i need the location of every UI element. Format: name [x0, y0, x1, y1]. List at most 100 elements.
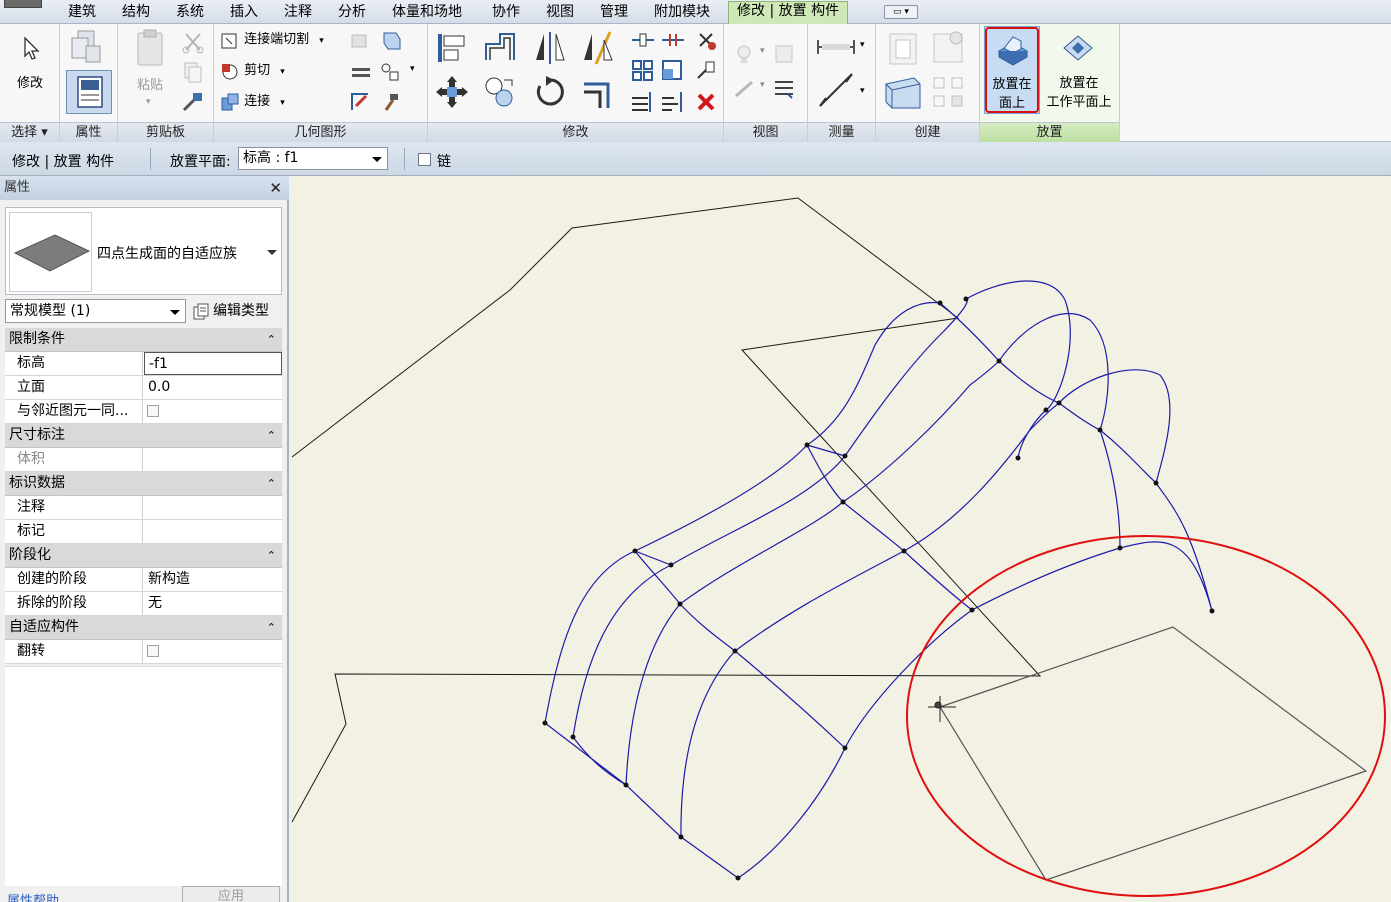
tab-modify-place-component[interactable]: 修改 | 放置 构件	[728, 1, 849, 24]
apply-button[interactable]: 应用	[182, 886, 280, 902]
tab-massing-site[interactable]: 体量和场地	[390, 3, 464, 23]
group-dimensions[interactable]: 尺寸标注 ⌃	[5, 424, 282, 448]
phase-demolished-field[interactable]: 无	[144, 592, 282, 615]
tab-view[interactable]: 视图	[544, 3, 576, 23]
phase-created-field[interactable]: 新构造	[144, 568, 282, 591]
override-graphics-icon[interactable]	[772, 42, 798, 66]
copy-element-icon[interactable]	[482, 74, 518, 110]
adaptive-point[interactable]	[632, 548, 638, 554]
adaptive-point[interactable]	[732, 648, 738, 654]
edit-type-button[interactable]: 编辑类型	[192, 300, 269, 322]
adaptive-point[interactable]	[963, 296, 969, 302]
quick-access-dropdown[interactable]: ▭ ▾	[884, 5, 918, 19]
adaptive-point[interactable]	[1209, 608, 1215, 614]
elevation-field[interactable]: 0.0	[144, 376, 282, 399]
join-geometry-button[interactable]: 连接 ▾	[220, 91, 285, 113]
hide-dropdown-arrow[interactable]: ▾	[760, 46, 765, 56]
beam-join-icon[interactable]	[378, 60, 404, 84]
create-parts-icon[interactable]	[884, 30, 922, 68]
cut-geometry-button[interactable]: 剪切 ▾	[220, 60, 285, 82]
adaptive-point[interactable]	[842, 745, 848, 751]
wall-joins-icon[interactable]	[348, 29, 374, 53]
adaptive-point[interactable]	[735, 875, 741, 881]
cut-scissors-icon[interactable]	[180, 30, 206, 54]
group-adaptive-component[interactable]: 自适应构件 ⌃	[5, 616, 282, 640]
copy-icon[interactable]	[180, 60, 206, 84]
rotate-icon[interactable]	[532, 74, 568, 110]
paint-icon[interactable]	[348, 90, 374, 114]
properties-help-link[interactable]: 属性帮助	[7, 890, 59, 902]
adaptive-point[interactable]	[1056, 400, 1062, 406]
move-with-nearby-checkbox[interactable]	[147, 405, 159, 417]
split-with-gap-icon[interactable]	[660, 28, 686, 52]
tab-collaborate[interactable]: 协作	[490, 3, 522, 23]
adaptive-point[interactable]	[542, 720, 548, 726]
tab-addins[interactable]: 附加模块	[652, 3, 712, 23]
mirror-draw-axis-icon[interactable]	[580, 30, 616, 66]
linework-dropdown-arrow[interactable]: ▾	[760, 80, 765, 90]
group-identity-data[interactable]: 标识数据 ⌃	[5, 472, 282, 496]
trim-multiple-icon[interactable]	[630, 90, 656, 114]
join-cut-button[interactable]: 连接端切割 ▾	[220, 29, 324, 51]
adaptive-point[interactable]	[937, 300, 943, 306]
match-properties-icon[interactable]	[180, 90, 206, 114]
adaptive-point[interactable]	[969, 607, 975, 613]
drawing-canvas[interactable]	[291, 176, 1391, 902]
align-icon[interactable]	[434, 30, 470, 66]
tab-architecture[interactable]: 建筑	[66, 3, 98, 23]
scale-icon[interactable]	[660, 58, 686, 82]
adaptive-point[interactable]	[570, 734, 576, 740]
tab-annotate[interactable]: 注释	[282, 3, 314, 23]
level-field[interactable]: -f1	[144, 352, 282, 375]
adaptive-point[interactable]	[668, 562, 674, 568]
adaptive-point[interactable]	[623, 782, 629, 788]
adaptive-point[interactable]	[1043, 407, 1049, 413]
split-element-icon[interactable]	[630, 28, 656, 52]
type-properties-icon[interactable]	[68, 28, 108, 68]
beam-join-dropdown-arrow[interactable]: ▾	[410, 64, 415, 74]
tab-manage[interactable]: 管理	[598, 3, 630, 23]
measure-dropdown-arrow[interactable]: ▾	[860, 40, 865, 50]
group-phasing[interactable]: 阶段化 ⌃	[5, 544, 282, 568]
adaptive-point[interactable]	[1117, 545, 1123, 551]
model-view[interactable]	[291, 176, 1391, 902]
instance-filter-select[interactable]: 常规模型 (1)	[5, 299, 186, 323]
linework-icon[interactable]	[732, 76, 758, 100]
filter-lines-icon[interactable]	[772, 76, 798, 100]
demolish-hammer-icon[interactable]	[378, 90, 404, 114]
create-group-icon[interactable]	[882, 74, 924, 112]
adaptive-point[interactable]	[1153, 480, 1159, 486]
wall-opening-icon[interactable]	[348, 60, 374, 84]
placement-plane-select[interactable]: 标高 : f1	[238, 147, 388, 170]
adaptive-point[interactable]	[804, 442, 810, 448]
group-constraints[interactable]: 限制条件 ⌃	[5, 328, 282, 352]
create-similar-icon[interactable]	[930, 74, 968, 112]
application-menu-button[interactable]	[4, 0, 42, 8]
close-icon[interactable]: ✕	[269, 176, 282, 200]
adaptive-point[interactable]	[678, 834, 684, 840]
measure-icon[interactable]	[816, 34, 856, 60]
adaptive-point[interactable]	[1097, 427, 1103, 433]
move-icon[interactable]	[434, 74, 470, 110]
mark-field[interactable]	[144, 520, 282, 543]
adaptive-point[interactable]	[842, 453, 848, 459]
modify-button[interactable]: 修改	[4, 32, 56, 94]
unpin-icon[interactable]	[694, 28, 720, 52]
extend-multiple-icon[interactable]	[660, 90, 686, 114]
create-assembly-icon[interactable]	[930, 30, 968, 68]
type-selector[interactable]: 四点生成面的自适应族	[5, 207, 282, 295]
adaptive-point[interactable]	[677, 601, 683, 607]
adaptive-point[interactable]	[901, 548, 907, 554]
properties-palette-button[interactable]	[66, 70, 112, 114]
delete-icon[interactable]	[694, 90, 720, 114]
trim-extend-icon[interactable]	[580, 74, 616, 110]
place-on-face-button[interactable]: 放置在 面上	[984, 26, 1040, 114]
pin-icon[interactable]	[694, 58, 720, 82]
adaptive-point[interactable]	[996, 358, 1002, 364]
adaptive-point[interactable]	[1015, 455, 1021, 461]
chain-checkbox[interactable]	[418, 153, 431, 166]
dimension-dropdown-arrow[interactable]: ▾	[860, 86, 865, 96]
paste-button[interactable]: 粘贴 ▾	[126, 28, 174, 108]
tab-structure[interactable]: 结构	[120, 3, 152, 23]
dimension-icon[interactable]	[816, 70, 856, 110]
